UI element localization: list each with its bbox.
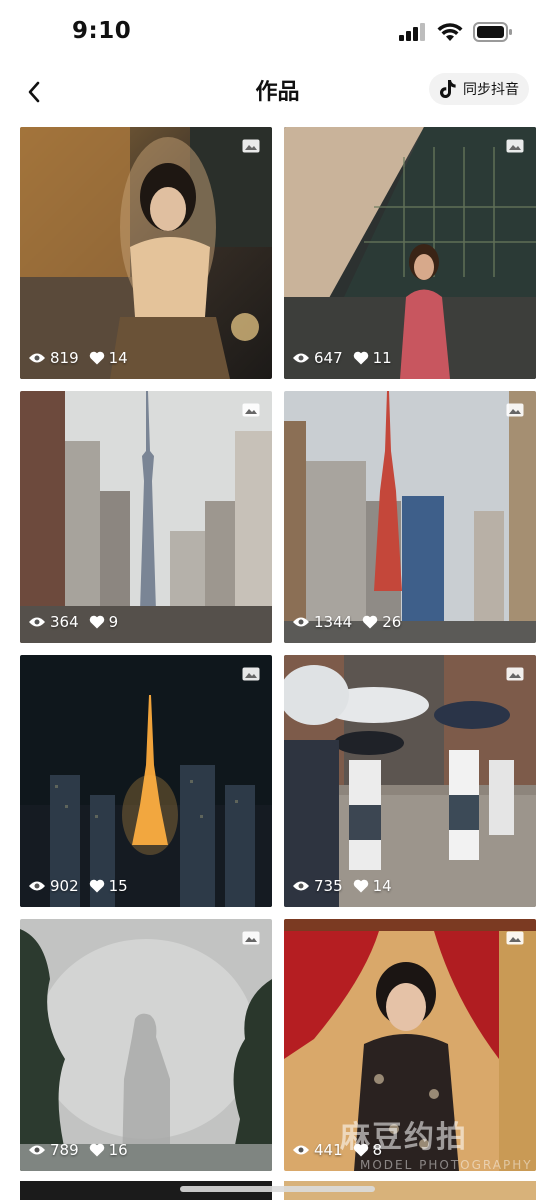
work-stats: 441 8 (292, 1141, 392, 1159)
nav-bar: 作品 同步抖音 (0, 66, 555, 116)
work-card[interactable]: 902 15 (20, 655, 272, 907)
image-type-icon (506, 667, 524, 681)
view-count: 819 (50, 349, 79, 367)
view-count: 902 (50, 877, 79, 895)
work-photo (20, 919, 272, 1171)
view-count: 1344 (314, 613, 353, 631)
status-time: 9:10 (72, 18, 132, 44)
eye-icon (29, 1145, 45, 1155)
status-bar: 9:10 (0, 0, 555, 66)
work-stats: 789 16 (28, 1141, 138, 1159)
cellular-signal-icon (399, 23, 425, 41)
view-count: 364 (50, 613, 79, 631)
work-photo (284, 655, 536, 907)
eye-icon (293, 881, 309, 891)
like-count: 26 (382, 613, 402, 631)
heart-icon (353, 351, 368, 365)
work-stats: 364 9 (28, 613, 128, 631)
work-photo (284, 127, 536, 379)
image-type-icon (242, 403, 260, 417)
work-card[interactable]: 735 14 (284, 655, 536, 907)
eye-icon (29, 353, 45, 363)
work-card[interactable]: 1344 26 (284, 391, 536, 643)
work-card[interactable]: 789 16 (20, 919, 272, 1171)
heart-icon (362, 615, 378, 629)
work-stats: 1344 26 (292, 613, 411, 631)
work-card[interactable]: 441 8 (284, 919, 536, 1171)
image-type-icon (506, 403, 524, 417)
like-count: 9 (108, 613, 119, 631)
eye-icon (29, 617, 45, 627)
works-grid: 819 14 647 11 364 9 1344 26 902 15 735 1… (20, 127, 536, 1171)
work-photo (20, 391, 272, 643)
sync-douyin-label: 同步抖音 (463, 82, 519, 98)
wifi-icon (437, 22, 463, 41)
work-stats: 647 11 (292, 349, 402, 367)
work-card[interactable]: 647 11 (284, 127, 536, 379)
sync-douyin-button[interactable]: 同步抖音 (429, 73, 529, 105)
work-card[interactable]: 364 9 (20, 391, 272, 643)
eye-icon (293, 1145, 309, 1155)
like-count: 14 (108, 349, 128, 367)
work-stats: 902 15 (28, 877, 138, 895)
like-count: 15 (108, 877, 128, 895)
view-count: 647 (314, 349, 343, 367)
heart-icon (353, 879, 368, 893)
work-photo (20, 655, 272, 907)
work-photo (20, 127, 272, 379)
work-stats: 735 14 (292, 877, 402, 895)
heart-icon (89, 879, 104, 893)
like-count: 16 (108, 1141, 128, 1159)
view-count: 735 (314, 877, 343, 895)
work-card[interactable]: 819 14 (20, 127, 272, 379)
image-type-icon (506, 931, 524, 945)
home-indicator (180, 1186, 375, 1192)
work-stats: 819 14 (28, 349, 138, 367)
image-type-icon (242, 931, 260, 945)
like-count: 11 (372, 349, 392, 367)
work-photo (284, 919, 536, 1171)
heart-icon (353, 1143, 368, 1157)
douyin-logo-icon (440, 80, 456, 98)
work-photo (284, 391, 536, 643)
eye-icon (293, 353, 309, 363)
status-icons (399, 22, 513, 42)
eye-icon (29, 881, 45, 891)
like-count: 14 (372, 877, 392, 895)
heart-icon (89, 351, 104, 365)
view-count: 441 (314, 1141, 343, 1159)
heart-icon (89, 615, 104, 629)
battery-icon (473, 22, 512, 42)
heart-icon (89, 1143, 104, 1157)
eye-icon (293, 617, 309, 627)
like-count: 8 (372, 1141, 383, 1159)
image-type-icon (506, 139, 524, 153)
view-count: 789 (50, 1141, 79, 1159)
image-type-icon (242, 139, 260, 153)
image-type-icon (242, 667, 260, 681)
